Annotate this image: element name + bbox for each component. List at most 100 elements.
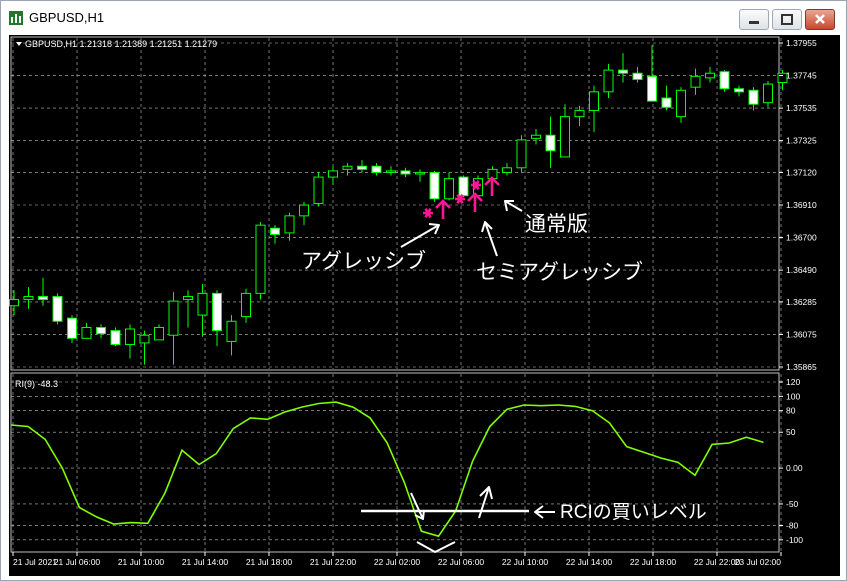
candle-body <box>299 204 309 217</box>
candle-body <box>284 215 295 234</box>
candle-body <box>139 334 150 344</box>
time-axis: 21 Jul 202121 Jul 06:00 21 Jul 10:00 21 Ju… <box>12 552 782 567</box>
candle-body <box>444 178 454 200</box>
candle-body <box>226 320 237 342</box>
candle-body <box>328 170 338 178</box>
candle-body <box>661 97 672 108</box>
rci-axis: 120 100 80 50 0.00 -50 -80 -100 <box>779 377 803 545</box>
minimize-button[interactable] <box>739 9 769 30</box>
window-title: GBPUSD,H1 <box>29 10 105 25</box>
minimize-icon <box>749 21 759 24</box>
time-label: 21 Jul 10:00 <box>118 557 165 567</box>
candle-body <box>255 224 266 294</box>
candle-body <box>23 295 34 301</box>
candle-body <box>763 83 773 104</box>
candle-body <box>690 75 701 88</box>
maximize-button[interactable] <box>772 9 802 30</box>
rci-axis-label: -50 <box>786 499 799 509</box>
price-label: 1.37535 <box>786 103 817 113</box>
rci-axis-label: 80 <box>786 406 796 416</box>
time-label: 21 Jul 14:00 <box>182 557 229 567</box>
price-panel-border <box>10 36 780 371</box>
candle-body <box>647 75 657 102</box>
time-label: 22 Jul 22:00 <box>694 557 741 567</box>
candle-body <box>589 91 599 111</box>
candle-body <box>502 167 512 173</box>
candle-body <box>618 69 628 74</box>
close-button[interactable] <box>805 9 835 30</box>
chart-svg[interactable]: 1.37955 1.37745 1.37535 1.37325 1.37120 1.369… <box>9 35 840 576</box>
rci-axis-label: -100 <box>786 535 803 545</box>
candle-body <box>270 227 280 235</box>
candle-body <box>400 170 411 175</box>
close-icon <box>815 14 825 24</box>
candle-body <box>415 171 425 175</box>
candle-body <box>357 165 367 170</box>
time-label: 21 Jul 2021 <box>13 557 57 567</box>
chart-area[interactable]: 1.37955 1.37745 1.37535 1.37325 1.37120 1.369… <box>9 35 840 576</box>
candle-body <box>734 88 744 93</box>
arrow-marker-normal <box>484 176 500 196</box>
time-label: 21 Jul 06:00 <box>54 557 101 567</box>
arrow-to-buy-level <box>534 505 555 519</box>
rci-label: RI(9) -48.3 <box>15 379 58 389</box>
candle-body <box>429 171 440 200</box>
arrow-to-semi <box>481 221 498 257</box>
arrow-to-normal <box>504 200 523 212</box>
time-label: 22 Jul 14:00 <box>566 557 613 567</box>
price-label: 1.37955 <box>786 38 817 48</box>
candle-body <box>560 116 570 158</box>
time-label: 22 Jul 10:00 <box>502 557 549 567</box>
candle-body <box>67 317 77 339</box>
price-axis: 1.37955 1.37745 1.37535 1.37325 1.37120 1.369… <box>779 38 817 372</box>
rci-axis-label: 50 <box>786 427 796 437</box>
candle-body <box>371 165 382 173</box>
candle-body <box>9 299 19 307</box>
candle-body <box>748 89 759 105</box>
candle-body <box>52 295 63 322</box>
candle-body <box>574 109 585 118</box>
candle-body <box>603 69 614 93</box>
rci-axis-label: 100 <box>786 391 800 401</box>
arrow-marker-semi <box>467 192 483 212</box>
rci-axis-label: 120 <box>786 377 800 387</box>
candle-body <box>38 295 48 301</box>
time-label: 22 Jul 18:00 <box>630 557 677 567</box>
price-label: 1.37120 <box>786 167 817 177</box>
candle-body <box>241 292 251 318</box>
dropdown-triangle-icon[interactable] <box>16 42 22 46</box>
candle-body <box>168 300 179 336</box>
time-label: 21 Jul 18:00 <box>246 557 293 567</box>
star-marker-aggressive <box>423 208 433 218</box>
time-label: 22 Jul 06:00 <box>438 557 485 567</box>
price-grid <box>11 38 782 369</box>
candle-body <box>386 170 396 173</box>
candle-body <box>125 328 135 346</box>
label-aggressive: アグレッシブ <box>301 250 426 273</box>
candle-body <box>705 72 715 79</box>
candle-body <box>212 292 222 332</box>
time-label: 23 Jul 02:00 <box>735 557 782 567</box>
price-label: 1.36700 <box>786 233 817 243</box>
arrows-to-rci-low <box>410 486 493 553</box>
candle-body <box>81 326 92 339</box>
arrow-marker-aggressive <box>435 199 451 219</box>
maximize-icon <box>781 14 793 25</box>
candle-body <box>197 292 208 316</box>
candle-body <box>96 326 106 335</box>
price-label: 1.36285 <box>786 297 817 307</box>
time-label: 22 Jul 02:00 <box>374 557 421 567</box>
candle-body <box>458 176 469 197</box>
candle-body <box>531 134 541 139</box>
candle-body <box>342 165 353 170</box>
label-rci-buy-level: RCIの買いレベル <box>560 502 707 523</box>
mt4-chart-window: GBPUSD,H1 1.37955 1.37745 1.37535 1.37325 1.… <box>0 0 847 581</box>
candle-body <box>313 176 324 204</box>
price-label: 1.35865 <box>786 362 817 372</box>
window-titlebar[interactable]: GBPUSD,H1 <box>1 1 846 35</box>
label-normal: 通常版 <box>525 213 588 236</box>
candle-body <box>719 71 730 90</box>
chart-app-icon <box>9 11 23 25</box>
candle-body <box>110 330 121 346</box>
price-label: 1.36910 <box>786 200 817 210</box>
